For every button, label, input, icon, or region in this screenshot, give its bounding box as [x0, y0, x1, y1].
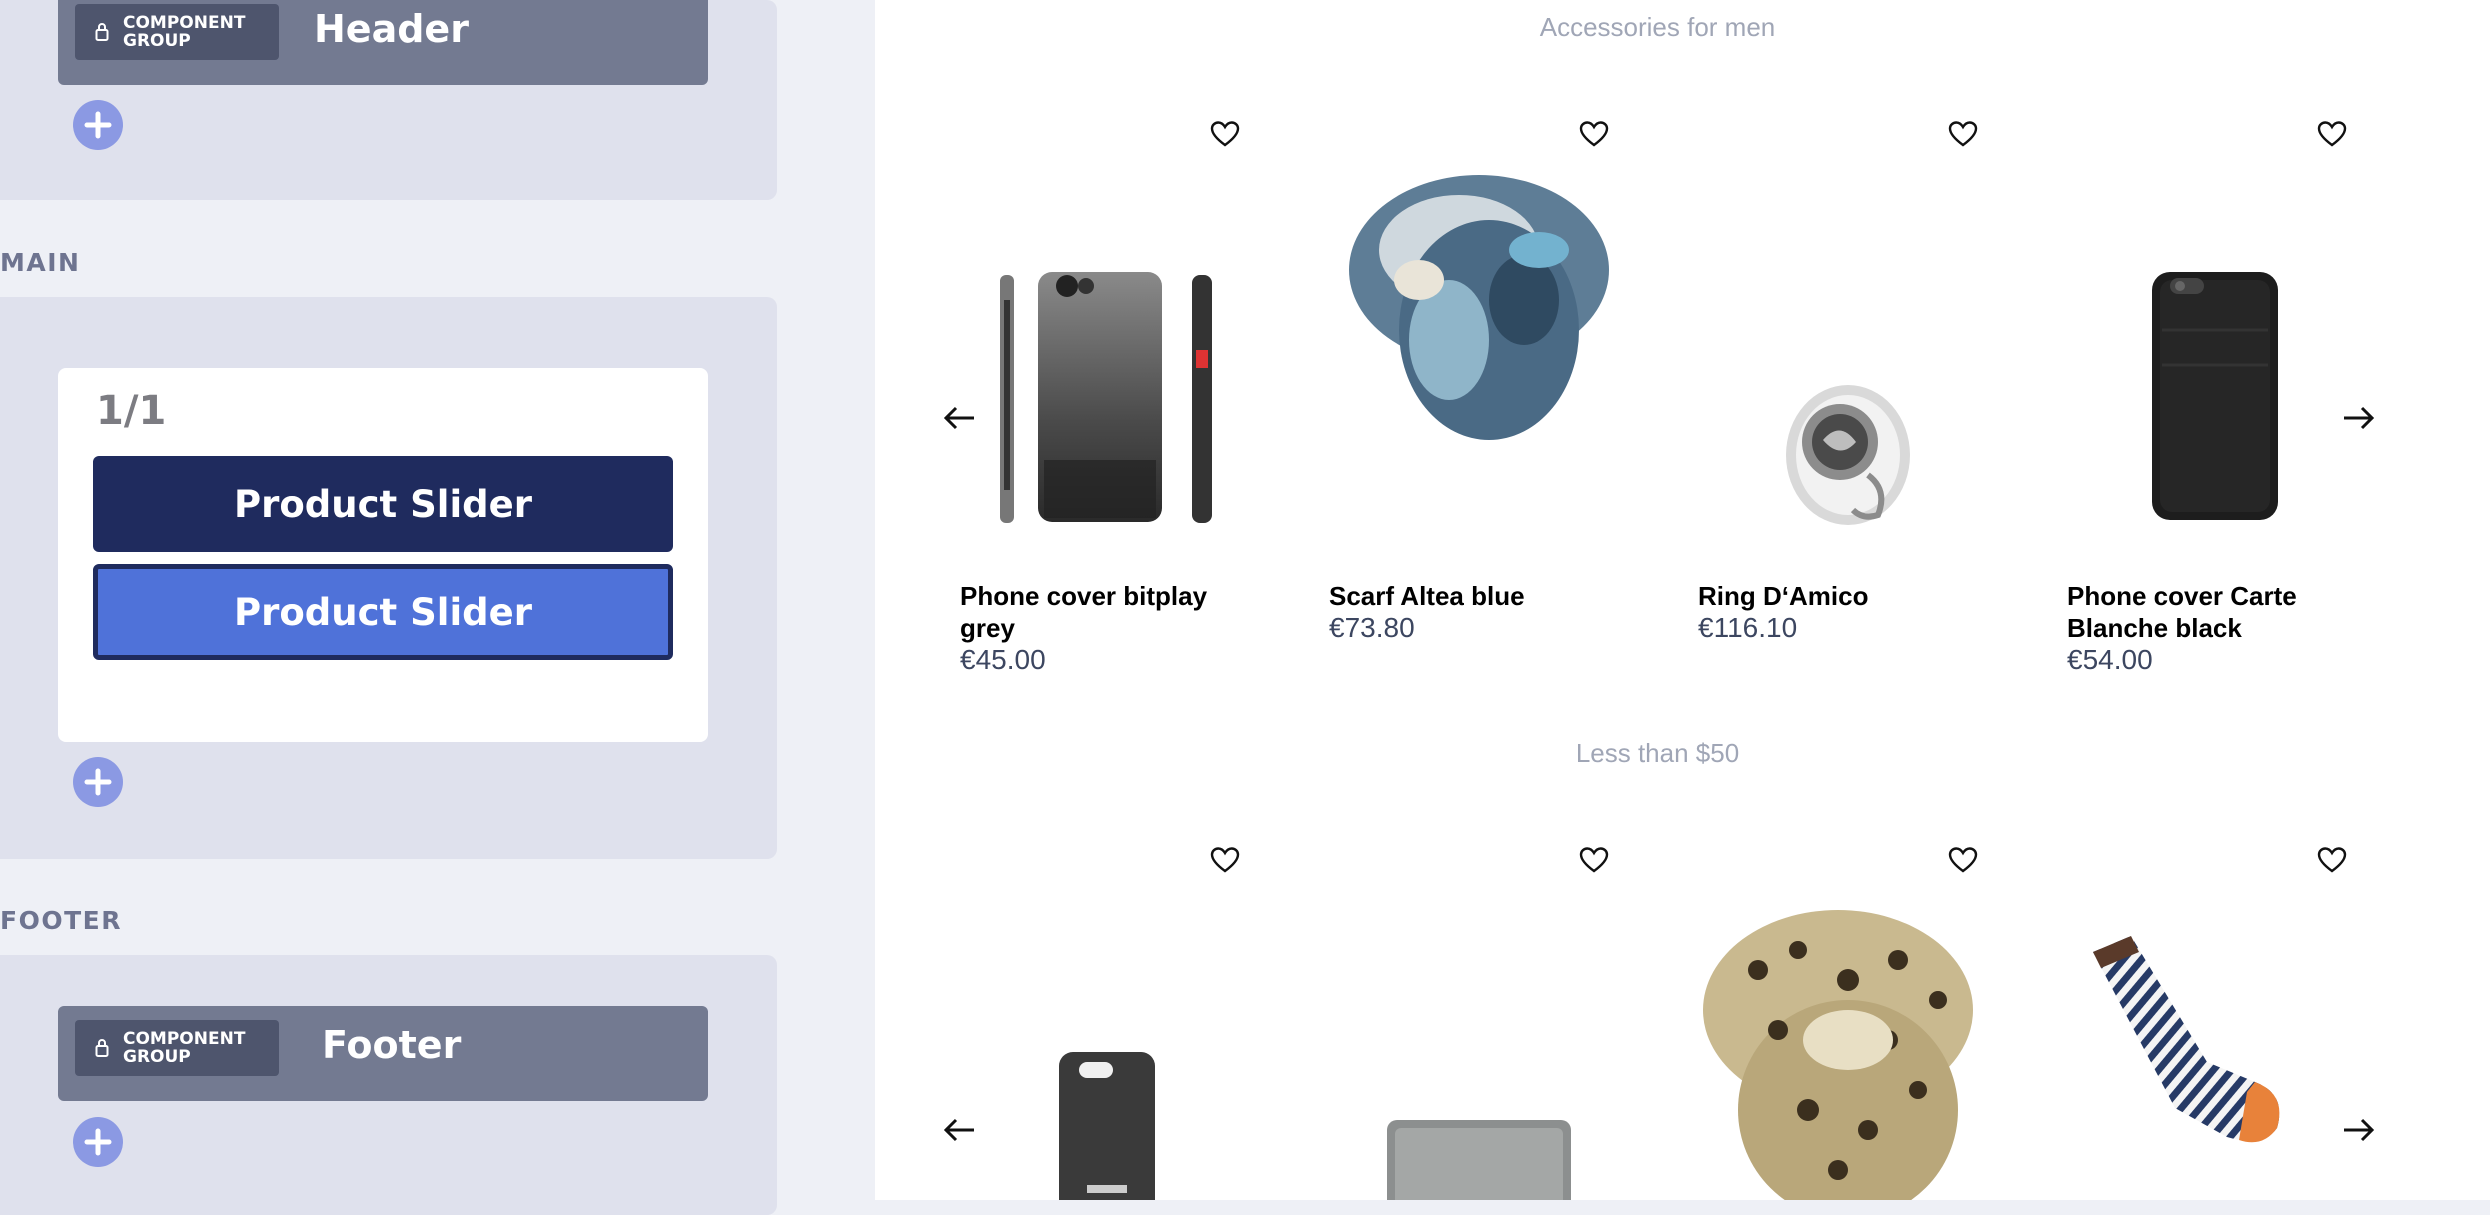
phone-cover-grey-image: [1000, 272, 1212, 523]
badge-label: COMPONENT GROUP: [123, 13, 246, 51]
storefront-preview: Accessories for men Phone cover bitplay …: [875, 0, 2490, 1200]
product-card[interactable]: Phone cover bitplay grey €45.00: [960, 120, 1260, 680]
striped-sock-image: [2093, 936, 2280, 1143]
scarf-blue-image: [1349, 175, 1609, 440]
phone-cover-black-image: [2152, 272, 2278, 520]
main-section-label: MAIN: [0, 248, 81, 277]
product-card[interactable]: [960, 846, 1260, 1200]
page-editor-panel: COMPONENT GROUP Header MAIN 1/1 Product …: [0, 0, 875, 1215]
component-group-badge: COMPONENT GROUP: [75, 1020, 279, 1076]
heart-icon[interactable]: [1210, 846, 1240, 874]
component-group-badge: COMPONENT GROUP: [75, 4, 279, 60]
product-card[interactable]: [1329, 846, 1629, 1200]
plus-icon: [84, 768, 112, 796]
product-card[interactable]: Scarf Altea blue €73.80: [1329, 120, 1629, 680]
plus-icon: [84, 111, 112, 139]
slider-title: Less than $50: [1575, 738, 1740, 768]
product-card[interactable]: [2067, 846, 2367, 1200]
heart-icon[interactable]: [1579, 120, 1609, 148]
heart-icon[interactable]: [1579, 846, 1609, 874]
slider-title: Accessories for men: [1539, 12, 1776, 42]
footer-component-group[interactable]: COMPONENT GROUP Footer: [58, 1006, 708, 1101]
add-block-button[interactable]: [73, 100, 123, 150]
heart-icon[interactable]: [1948, 846, 1978, 874]
product-card[interactable]: Ring D‘Amico €116.10: [1698, 120, 1998, 680]
block-count: 1/1: [96, 388, 167, 434]
product-card[interactable]: [1698, 846, 1998, 1200]
lock-icon: [95, 1039, 109, 1057]
leopard-scarf-image: [1703, 910, 1973, 1200]
add-block-button[interactable]: [73, 757, 123, 807]
footer-group-title: Footer: [322, 1023, 462, 1067]
main-slot: 1/1 Product Slider Product Slider: [0, 297, 777, 859]
header-component-group[interactable]: COMPONENT GROUP Header: [58, 0, 708, 85]
footer-section-label: FOOTER: [0, 906, 122, 935]
heart-icon[interactable]: [1210, 120, 1240, 148]
phone-cover-dark-image: [1059, 1052, 1155, 1200]
header-slot: COMPONENT GROUP Header: [0, 0, 777, 200]
product-name[interactable]: Ring D‘Amico: [1698, 580, 1998, 612]
product-name[interactable]: Scarf Altea blue: [1329, 580, 1629, 612]
lock-icon: [95, 23, 109, 41]
product-card[interactable]: Phone cover Carte Blanche black €54.00: [2067, 120, 2367, 680]
product-name[interactable]: Phone cover Carte Blanche black: [2067, 580, 2367, 644]
badge-label: COMPONENT GROUP: [123, 1029, 246, 1067]
grey-wallet-image: [1387, 1120, 1571, 1200]
block-product-slider-1[interactable]: Product Slider: [93, 456, 673, 552]
product-price: €116.10: [1698, 612, 1798, 643]
product-price: €45.00: [960, 644, 1046, 675]
footer-slot: COMPONENT GROUP Footer: [0, 955, 777, 1215]
plus-icon: [84, 1128, 112, 1156]
product-price: €73.80: [1329, 612, 1415, 643]
heart-icon[interactable]: [2317, 846, 2347, 874]
add-block-button[interactable]: [73, 1117, 123, 1167]
heart-icon[interactable]: [2317, 120, 2347, 148]
product-price: €54.00: [2067, 644, 2153, 675]
block-product-slider-2[interactable]: Product Slider: [93, 564, 673, 660]
header-group-title: Header: [314, 7, 469, 51]
block-list-card: 1/1 Product Slider Product Slider: [58, 368, 708, 742]
product-name[interactable]: Phone cover bitplay grey: [960, 580, 1260, 644]
heart-icon[interactable]: [1948, 120, 1978, 148]
silver-ring-image: [1786, 385, 1910, 525]
